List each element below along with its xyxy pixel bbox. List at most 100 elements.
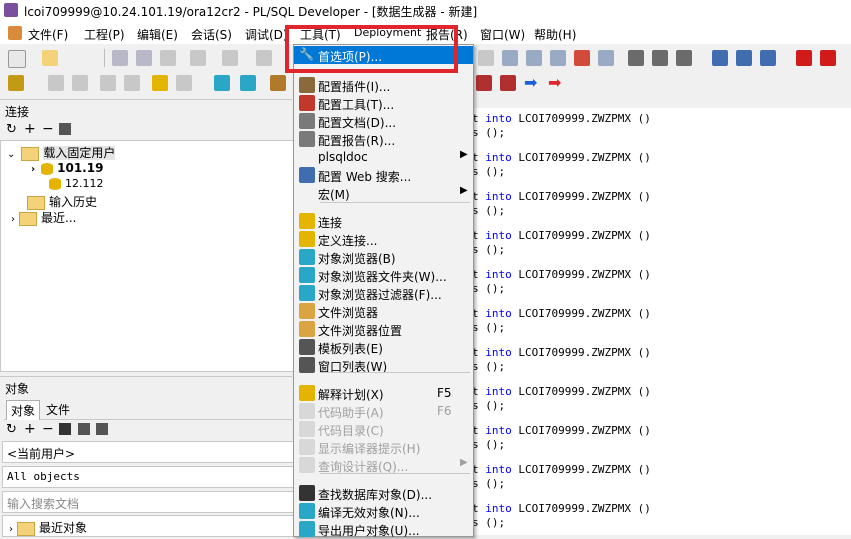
tools-menu-item[interactable]: 查询设计器(Q)... ▶ <box>294 456 473 474</box>
tools-menu-item[interactable]: 代码目录(C) <box>294 420 473 438</box>
print-icon[interactable] <box>160 50 176 66</box>
execute-icon[interactable] <box>240 75 256 91</box>
explain-icon[interactable] <box>214 75 230 91</box>
tree-node-fixed-users[interactable]: ⌄ 载入固定用户 <box>7 144 116 161</box>
menu-item-label: 查找数据库对象(D)... <box>318 488 433 502</box>
tools-menu-item[interactable]: 宏(M) ▶ <box>294 184 473 202</box>
tree-node-conn2[interactable]: 12.112 <box>49 177 104 193</box>
menu-session[interactable]: 会话(S) <box>191 26 232 43</box>
window-tile-icon[interactable] <box>712 50 728 66</box>
tools-menu-item[interactable]: 配置 Web 搜索... <box>294 166 473 184</box>
menu-file[interactable]: 文件(F) <box>28 26 68 43</box>
user-select[interactable]: <当前用户> <box>2 441 294 463</box>
menu-edit[interactable]: 编辑(E) <box>137 26 178 43</box>
search-input[interactable]: 输入搜索文档 <box>2 491 294 513</box>
window-list-icon[interactable] <box>736 50 752 66</box>
key-icon[interactable] <box>8 75 24 91</box>
close-file-icon[interactable] <box>222 50 238 66</box>
remove-icon[interactable]: − <box>42 121 54 137</box>
tools-menu-item[interactable]: 代码助手(A) F6 <box>294 402 473 420</box>
uncomment-icon[interactable] <box>574 50 590 66</box>
tools-menu-item[interactable]: 连接 <box>294 212 473 230</box>
compiler-hint-icon <box>299 439 315 455</box>
tools-menu-item[interactable]: 导出用户对象(U)... <box>294 520 473 538</box>
comment-icon[interactable] <box>550 50 566 66</box>
format-icon[interactable] <box>598 50 614 66</box>
binoculars-icon[interactable] <box>59 423 71 435</box>
tools-menu-item[interactable]: 查找数据库对象(D)... <box>294 484 473 502</box>
arrow-right-icon[interactable]: ➡ <box>524 73 537 92</box>
replace-icon[interactable] <box>676 50 692 66</box>
remove-icon[interactable]: − <box>42 421 54 437</box>
tools-menu-item[interactable]: 对象浏览器(B) <box>294 248 473 266</box>
code-keyword: into <box>485 424 512 437</box>
refresh-icon[interactable]: ↻ <box>6 422 17 437</box>
bug-icon[interactable] <box>500 75 516 91</box>
commit-icon[interactable] <box>100 75 116 91</box>
folder-icon <box>19 211 37 226</box>
tools-menu-item[interactable]: 模板列表(E) <box>294 338 473 356</box>
tools-menu-item[interactable]: 配置插件(I)... <box>294 76 473 94</box>
open-icon[interactable] <box>42 50 58 66</box>
undo-icon[interactable] <box>256 50 272 66</box>
code-editor[interactable]: t into LCOI709999.ZWZPMX () s (); t into L… <box>472 108 851 535</box>
add-icon[interactable]: + <box>24 121 36 137</box>
binoculars-icon[interactable] <box>628 50 644 66</box>
find-next-icon[interactable] <box>652 50 668 66</box>
tools-menu-item[interactable]: 对象浏览器文件夹(W)... <box>294 266 473 284</box>
save-as-icon[interactable] <box>136 50 152 66</box>
tab-objects[interactable]: 对象 <box>6 400 41 420</box>
filter-icon[interactable] <box>59 123 71 135</box>
folder-icon <box>21 146 40 161</box>
print-preview-icon[interactable] <box>190 50 206 66</box>
tools-menu-item[interactable]: 显示编译器提示(H) <box>294 438 473 456</box>
database-icon <box>49 178 61 190</box>
filter-icon[interactable] <box>96 423 108 435</box>
pdf-icon[interactable] <box>820 50 836 66</box>
tools-menu-item[interactable]: 配置报告(R)... <box>294 130 473 148</box>
rollback-icon[interactable] <box>124 75 140 91</box>
tools-menu-item[interactable]: 配置工具(T)... <box>294 94 473 112</box>
redo-icon[interactable] <box>478 50 494 66</box>
menu-project[interactable]: 工程(P) <box>84 26 125 43</box>
sql-icon[interactable] <box>176 75 192 91</box>
cube-icon[interactable] <box>270 75 286 91</box>
menu-help[interactable]: 帮助(H) <box>534 26 576 43</box>
menu-window[interactable]: 窗口(W) <box>480 26 525 43</box>
menu-debug[interactable]: 调试(D) <box>245 26 287 43</box>
db-connect-icon[interactable] <box>152 75 168 91</box>
indent-icon[interactable] <box>502 50 518 66</box>
refresh-icon[interactable]: ↻ <box>6 122 17 137</box>
tree-node-recent[interactable]: › 最近... <box>11 209 76 226</box>
brush-icon[interactable] <box>476 75 492 91</box>
tools-menu-item[interactable]: 编译无效对象(N)... <box>294 502 473 520</box>
tools-menu-item[interactable]: 对象浏览器过滤器(F)... <box>294 284 473 302</box>
link-icon[interactable] <box>78 423 90 435</box>
tools-menu-item[interactable]: 文件浏览器位置 <box>294 320 473 338</box>
tree-node-conn1[interactable]: › 101.19 <box>31 161 103 177</box>
tools-menu-item[interactable]: 文件浏览器 <box>294 302 473 320</box>
code-line: t into LCOI709999.ZWZPMX () <box>472 385 651 398</box>
tree-node-history[interactable]: 输入历史 <box>27 193 97 210</box>
save-icon[interactable] <box>112 50 128 66</box>
oracle-icon[interactable] <box>796 50 812 66</box>
tree-node-recent-objects[interactable]: › 最近对象 <box>9 519 88 536</box>
objects-filter-select[interactable]: All objects <box>2 466 294 488</box>
code-text: LCOI709999.ZWZPMX () <box>511 112 651 125</box>
menu-item-label: 配置文档(D)... <box>318 116 397 130</box>
new-icon[interactable] <box>8 50 26 68</box>
chevron-right-icon: › <box>31 164 36 175</box>
tools-menu-item[interactable]: 定义连接... <box>294 230 473 248</box>
unindent-icon[interactable] <box>526 50 542 66</box>
gear-icon[interactable] <box>48 75 64 91</box>
tools-menu-item[interactable]: 配置文档(D)... <box>294 112 473 130</box>
wand-icon[interactable] <box>72 75 88 91</box>
tools-menu-item[interactable]: 解释计划(X) F5 <box>294 384 473 402</box>
arrow-right-red-icon[interactable]: ➡ <box>548 73 561 92</box>
tools-menu-item[interactable]: plsqldoc ▶ <box>294 148 473 166</box>
code-line: t into LCOI709999.ZWZPMX () <box>472 268 651 281</box>
add-icon[interactable]: + <box>24 421 36 437</box>
tree-label: 最近对象 <box>39 521 88 535</box>
tab-files[interactable]: 文件 <box>46 401 70 418</box>
window-cascade-icon[interactable] <box>760 50 776 66</box>
